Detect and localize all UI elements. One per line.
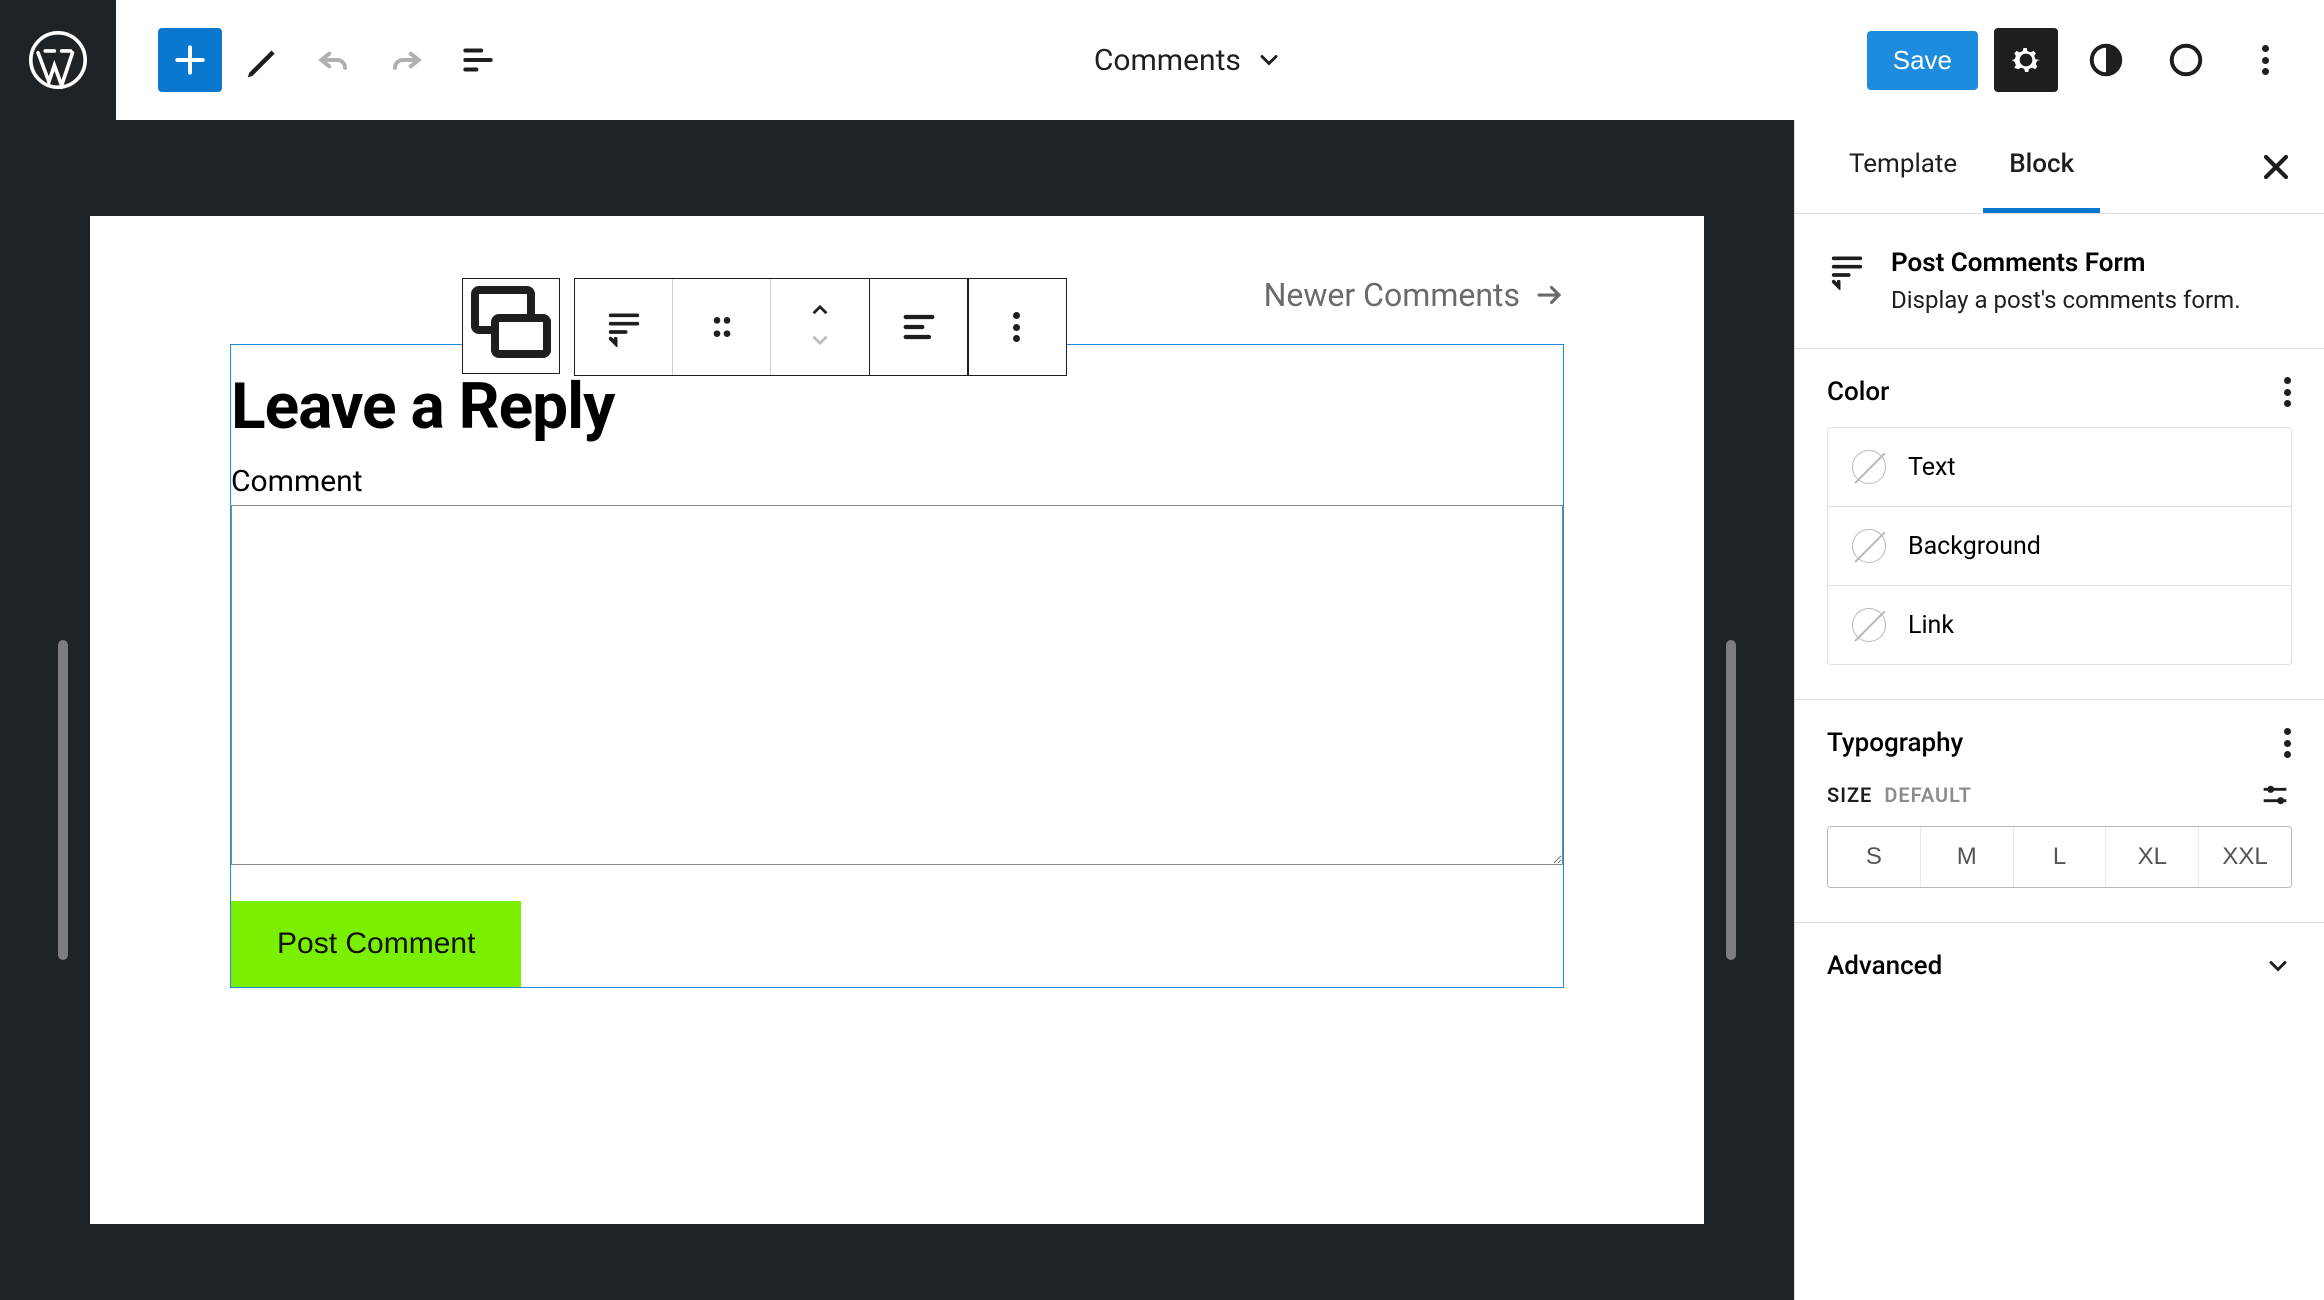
color-heading: Color	[1827, 377, 1889, 407]
canvas-resize-handle-left[interactable]	[58, 640, 68, 960]
topbar-right-tools: Save	[1867, 28, 2324, 92]
pencil-icon	[243, 41, 281, 79]
move-up-button[interactable]	[807, 297, 833, 327]
settings-button[interactable]	[1994, 28, 2058, 92]
close-sidebar-button[interactable]	[2256, 147, 2296, 187]
close-icon	[2256, 147, 2296, 187]
post-comments-form-icon	[604, 307, 644, 347]
comment-textarea[interactable]	[231, 505, 1563, 865]
undo-button[interactable]	[302, 28, 366, 92]
canvas-resize-handle-right[interactable]	[1726, 640, 1736, 960]
block-parent-button[interactable]	[462, 278, 560, 374]
size-m-button[interactable]: M	[1920, 827, 2013, 887]
color-link-button[interactable]: Link	[1828, 586, 2291, 664]
advanced-section-toggle[interactable]: Advanced	[1795, 923, 2324, 1009]
color-background-label: Background	[1908, 532, 2041, 561]
color-text-label: Text	[1908, 453, 1956, 482]
redo-icon	[387, 41, 425, 79]
gear-icon	[2007, 41, 2045, 79]
add-block-button[interactable]	[158, 28, 222, 92]
edit-tool-button[interactable]	[230, 28, 294, 92]
newer-comments-label: Newer Comments	[1264, 276, 1520, 314]
size-xxl-button[interactable]: XXL	[2198, 827, 2291, 887]
editor-main: 1 2 3 4 5 … 8 Newer Comments Leave a Rep…	[0, 120, 2324, 1300]
arrow-right-icon	[1534, 280, 1564, 310]
comment-field-label: Comment	[231, 462, 1563, 505]
size-label: SIZE	[1827, 783, 1872, 807]
color-background-button[interactable]: Background	[1828, 507, 2291, 586]
block-info: Post Comments Form Display a post's comm…	[1795, 214, 2324, 349]
wordpress-logo-button[interactable]	[0, 0, 116, 120]
save-button[interactable]: Save	[1867, 31, 1978, 90]
empty-swatch-icon	[1852, 450, 1886, 484]
kebab-icon	[1013, 312, 1021, 342]
kebab-icon	[2262, 45, 2270, 75]
tab-block[interactable]: Block	[1983, 120, 2100, 213]
size-xl-button[interactable]: XL	[2105, 827, 2198, 887]
plus-icon	[171, 41, 209, 79]
view-button[interactable]	[2154, 28, 2218, 92]
chevron-down-icon	[807, 327, 833, 353]
newer-comments-link[interactable]: Newer Comments	[1264, 276, 1564, 314]
size-default-label: DEFAULT	[1884, 783, 1972, 807]
empty-swatch-icon	[1852, 608, 1886, 642]
align-left-icon	[899, 307, 939, 347]
drag-icon	[702, 307, 742, 347]
editor-topbar: Comments Save	[0, 0, 2324, 120]
typography-heading: Typography	[1827, 728, 1963, 758]
compass-icon	[2167, 41, 2205, 79]
typography-section-menu[interactable]	[2284, 728, 2292, 758]
undo-icon	[315, 41, 353, 79]
move-down-button[interactable]	[807, 327, 833, 357]
size-s-button[interactable]: S	[1828, 827, 1920, 887]
document-overview-button[interactable]	[446, 28, 510, 92]
post-comments-form-block[interactable]: Leave a Reply Comment Post Comment	[230, 344, 1564, 988]
custom-size-button[interactable]	[2258, 778, 2292, 812]
color-list: Text Background Link	[1827, 427, 2292, 665]
more-options-button[interactable]	[2234, 28, 2298, 92]
move-up-down	[771, 279, 869, 375]
block-info-desc: Display a post's comments form.	[1891, 286, 2241, 314]
align-button[interactable]	[870, 279, 968, 375]
font-size-picker: S M L XL XXL	[1827, 826, 2292, 888]
block-info-title: Post Comments Form	[1891, 248, 2241, 278]
list-view-icon	[459, 41, 497, 79]
block-more-button[interactable]	[968, 279, 1066, 375]
post-comment-button[interactable]: Post Comment	[231, 901, 521, 987]
sidebar-tabs: Template Block	[1795, 120, 2324, 214]
post-comments-form-icon	[1827, 250, 1867, 290]
document-title-dropdown[interactable]: Comments	[510, 43, 1867, 78]
color-link-label: Link	[1908, 611, 1954, 640]
chevron-up-icon	[807, 297, 833, 323]
block-type-button[interactable]	[575, 279, 673, 375]
drag-handle[interactable]	[673, 279, 771, 375]
document-title: Comments	[1094, 43, 1241, 78]
typography-section: Typography SIZE DEFAULT S M L XL XXL	[1795, 700, 2324, 923]
advanced-heading: Advanced	[1827, 951, 1942, 981]
color-section: Color Text Background Link	[1795, 349, 2324, 700]
editor-canvas[interactable]: 1 2 3 4 5 … 8 Newer Comments Leave a Rep…	[90, 216, 1704, 1224]
chevron-down-icon	[2264, 952, 2292, 980]
comments-block-icon	[463, 278, 559, 374]
redo-button[interactable]	[374, 28, 438, 92]
styles-button[interactable]	[2074, 28, 2138, 92]
half-circle-icon	[2087, 41, 2125, 79]
wordpress-icon	[29, 31, 87, 89]
topbar-left-tools	[116, 28, 510, 92]
size-l-button[interactable]: L	[2013, 827, 2106, 887]
tab-template[interactable]: Template	[1823, 120, 1983, 213]
editor-canvas-wrap: 1 2 3 4 5 … 8 Newer Comments Leave a Rep…	[0, 120, 1794, 1300]
settings-sidebar: Template Block Post Comments Form Displa…	[1794, 120, 2324, 1300]
color-text-button[interactable]: Text	[1828, 428, 2291, 507]
block-toolbar	[462, 278, 1067, 376]
color-section-menu[interactable]	[2284, 377, 2292, 407]
chevron-down-icon	[1255, 46, 1283, 74]
empty-swatch-icon	[1852, 529, 1886, 563]
